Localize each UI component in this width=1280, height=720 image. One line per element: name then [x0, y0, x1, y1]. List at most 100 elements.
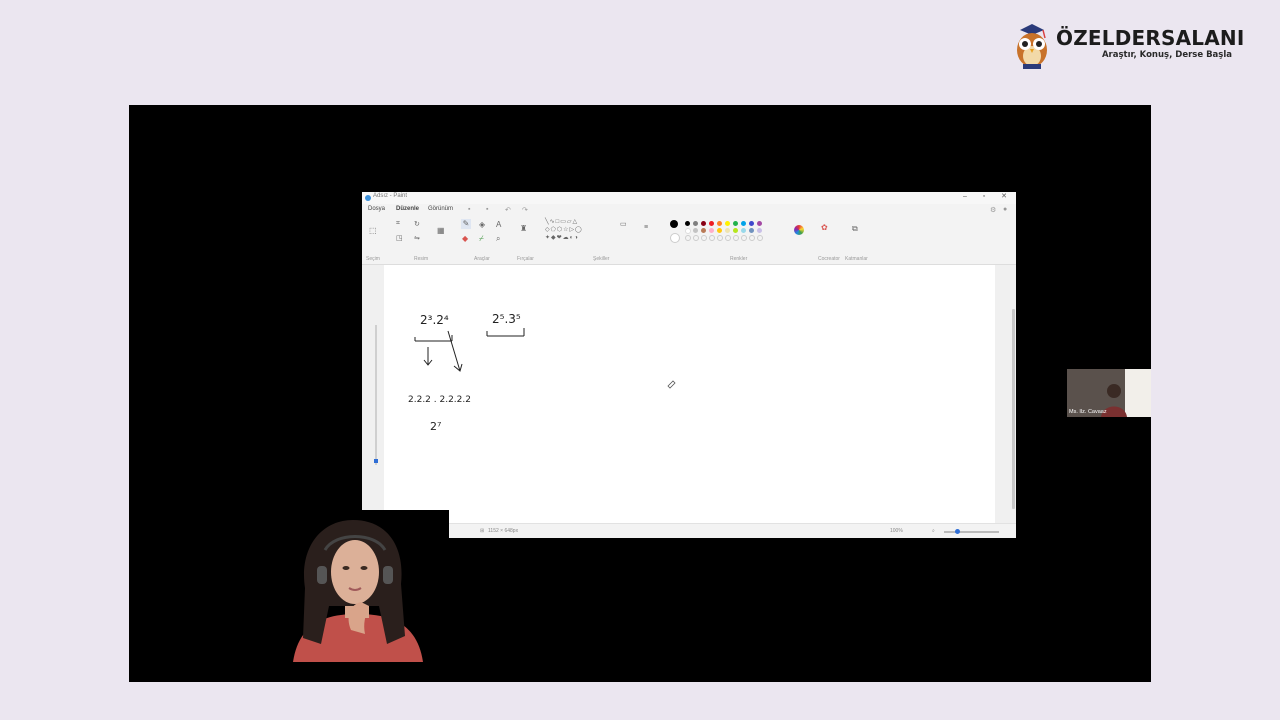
swatch-custom[interactable] [693, 235, 699, 241]
size-icon[interactable]: ≡ [644, 224, 648, 231]
pencil-cursor-icon [667, 380, 676, 389]
ribbon-label-selection: Seçim [366, 256, 380, 262]
cocreator-icon[interactable]: ✿ [821, 223, 828, 232]
vertical-scrollbar[interactable] [1012, 309, 1015, 509]
menu-view[interactable]: Görünüm [428, 206, 453, 212]
crop-icon[interactable]: ⌗ [396, 220, 400, 228]
ribbon-label-layers: Katmanlar [845, 256, 868, 262]
presenter-webcam [265, 510, 449, 662]
swatch-brown[interactable] [701, 228, 706, 233]
bracket-left [414, 335, 453, 342]
swatch-black[interactable] [685, 221, 690, 226]
color-picker-icon[interactable]: ⌿ [479, 234, 484, 244]
swatch-turquoise[interactable] [741, 221, 746, 226]
swatch-custom[interactable] [685, 235, 691, 241]
maximize-button[interactable]: ▫ [975, 192, 993, 202]
bracket-right [486, 328, 525, 337]
expr-right: 2⁵.3⁵ [492, 312, 521, 326]
swatch-orange[interactable] [717, 221, 722, 226]
participant-thumbnail[interactable]: Ms. Ilz. Cavaaz [1067, 369, 1151, 417]
text-icon[interactable]: A [496, 220, 501, 229]
magnifier-icon[interactable]: ⌕ [496, 234, 500, 244]
swatch-custom[interactable] [725, 235, 731, 241]
outline-icon[interactable]: ▭ [620, 220, 627, 228]
color-2-swatch[interactable] [670, 233, 680, 243]
swatch-green[interactable] [733, 221, 738, 226]
swatch-indigo[interactable] [749, 221, 754, 226]
pencil-icon[interactable]: ✎ [461, 219, 471, 229]
video-stage: Adsız - Paint – ▫ ✕ Dosya Düzenle Görünü… [129, 105, 1151, 682]
brush-size-slider-knob[interactable] [374, 459, 378, 463]
swatch-purple[interactable] [757, 221, 762, 226]
eraser-icon[interactable]: ◆ [462, 234, 468, 243]
paint-app-icon [365, 195, 371, 201]
swatch-white[interactable] [685, 228, 691, 234]
swatch-custom[interactable] [749, 235, 755, 241]
swatch-lightgray[interactable] [693, 228, 698, 233]
zoom-slider[interactable] [944, 531, 999, 533]
ribbon-label-colors: Renkler [730, 256, 748, 262]
arrow-down-left [423, 347, 433, 366]
layers-icon[interactable]: ⧉ [852, 224, 858, 234]
brand-name: ÖZELDERSALANI [1056, 26, 1245, 50]
save-icon[interactable]: ▪ [468, 206, 470, 213]
select-tool-icon[interactable]: ⬚ [369, 226, 377, 235]
settings-icon[interactable]: ⚙ [990, 206, 996, 214]
brand-tagline: Araştır, Konuş, Derse Başla [1101, 50, 1232, 60]
ribbon: ⬚ ⌗ ◳ ↻ ⇋ ▦ ✎ ◈ A ◆ ⌿ ⌕ ♜ ╲∿□▭▱△ ◇⬠⬡☆▷◯ ✦◆… [362, 216, 1016, 265]
swatch-custom[interactable] [733, 235, 739, 241]
canvas-area: 2³.2⁴ 2⁵.3⁵ 2.2.2 . 2.2.2.2 2⁷ [362, 265, 1016, 523]
shapes-gallery-icon[interactable]: ╲∿□▭▱△ ◇⬠⬡☆▷◯ ✦◆❤☁◐◑ [545, 218, 583, 242]
expanded-product: 2.2.2 . 2.2.2.2 [408, 395, 471, 405]
swatch-rose[interactable] [709, 228, 714, 233]
brush-size-slider[interactable] [375, 325, 377, 465]
zoom-slider-knob[interactable] [955, 529, 960, 534]
drawing-canvas[interactable]: 2³.2⁴ 2⁵.3⁵ 2.2.2 . 2.2.2.2 2⁷ [384, 265, 995, 523]
ribbon-label-shapes: Şekiller [593, 256, 610, 262]
redo-icon[interactable]: ↷ [522, 206, 528, 214]
brush-icon[interactable]: ♜ [520, 224, 527, 233]
swatch-bluegray[interactable] [749, 228, 754, 233]
swatch-custom[interactable] [741, 235, 747, 241]
title-bar: Adsız - Paint – ▫ ✕ [362, 192, 1016, 204]
undo-icon[interactable]: ↶ [505, 206, 511, 214]
ribbon-label-brushes: Fırçalar [517, 256, 534, 262]
resize-icon[interactable]: ◳ [396, 234, 403, 242]
swatch-lime[interactable] [733, 228, 738, 233]
zoom-icon[interactable]: ⌕ [932, 528, 935, 534]
share-icon[interactable]: ▪ [486, 206, 488, 213]
swatch-custom[interactable] [757, 235, 763, 241]
window-title: Adsız - Paint [373, 193, 408, 199]
paint-window: Adsız - Paint – ▫ ✕ Dosya Düzenle Görünü… [362, 192, 1016, 538]
swatch-gold[interactable] [717, 228, 722, 233]
rotate-icon[interactable]: ↻ [414, 220, 420, 228]
swatch-yellow[interactable] [725, 221, 730, 226]
zoom-level: 100% [890, 528, 903, 534]
swatch-darkred[interactable] [701, 221, 706, 226]
color-1-swatch[interactable] [670, 220, 678, 228]
menu-file[interactable]: Dosya [368, 206, 385, 212]
canvas-size-text: 1152 × 648px [488, 528, 519, 534]
swatch-custom[interactable] [709, 235, 715, 241]
swatch-gray[interactable] [693, 221, 698, 226]
edit-colors-icon[interactable] [794, 225, 804, 235]
status-bar: ⊞ 1152 × 648px 100% ⌕ [362, 523, 1016, 538]
expr-left: 2³.2⁴ [420, 313, 449, 327]
menu-bar: Dosya Düzenle Görünüm ▪ ▪ ↶ ↷ ⚙ ● [362, 204, 1016, 216]
brand-logo: ÖZELDERSALANI Araştır, Konuş, Derse Başl… [1010, 18, 1250, 74]
result-power: 2⁷ [430, 420, 441, 433]
swatch-lavender[interactable] [757, 228, 762, 233]
swatch-custom[interactable] [717, 235, 723, 241]
swatch-red[interactable] [709, 221, 714, 226]
minimize-button[interactable]: – [956, 192, 974, 202]
image-icon[interactable]: ▦ [437, 226, 445, 235]
handwriting-layer: 2³.2⁴ 2⁵.3⁵ 2.2.2 . 2.2.2.2 2⁷ [408, 312, 676, 433]
close-button[interactable]: ✕ [995, 192, 1013, 202]
flip-icon[interactable]: ⇋ [414, 234, 420, 242]
swatch-lightyellow[interactable] [725, 228, 730, 233]
menu-edit[interactable]: Düzenle [396, 206, 419, 212]
swatch-custom[interactable] [701, 235, 707, 241]
account-icon[interactable]: ● [1003, 206, 1007, 213]
fill-icon[interactable]: ◈ [479, 220, 485, 229]
swatch-lightturquoise[interactable] [741, 228, 746, 233]
